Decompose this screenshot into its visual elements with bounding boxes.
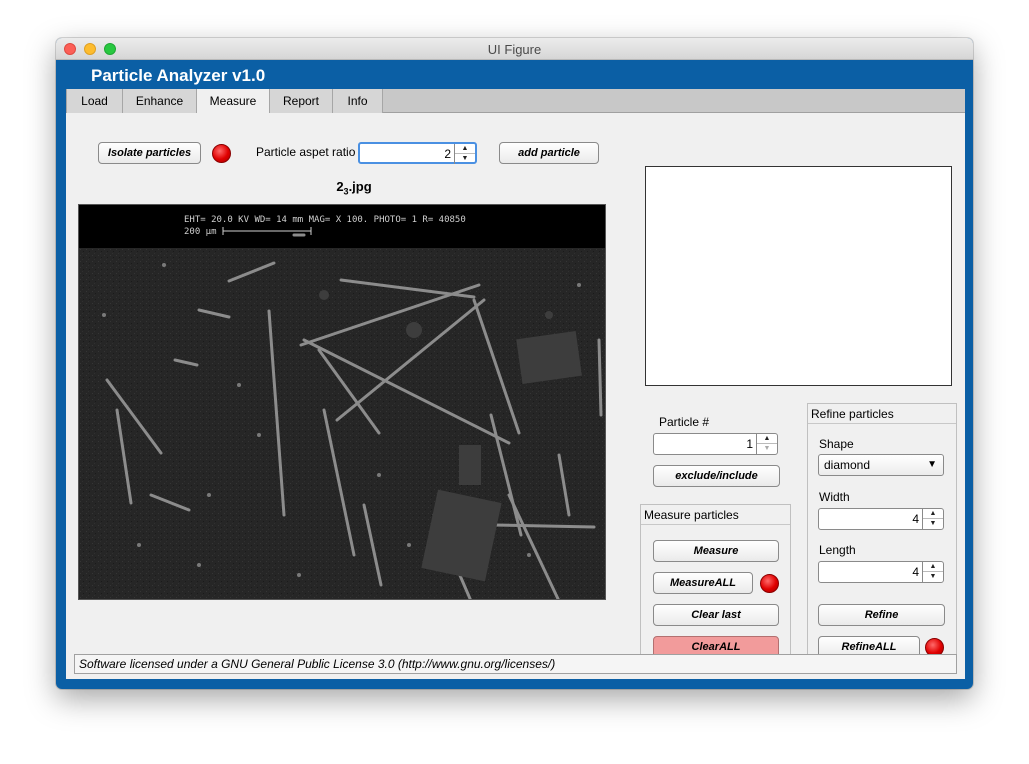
spinner-up-icon[interactable]: ▲ [923, 562, 943, 572]
refine-button[interactable]: Refine [818, 604, 945, 626]
isolate-particles-button[interactable]: Isolate particles [98, 142, 201, 164]
spinner-down-icon[interactable]: ▼ [455, 154, 475, 164]
add-particle-button[interactable]: add particle [499, 142, 599, 164]
isolate-status-lamp [212, 144, 231, 163]
tab-measure[interactable]: Measure [196, 89, 270, 114]
spinner-down-icon[interactable]: ▼ [923, 519, 943, 529]
measure-all-button[interactable]: MeasureALL [653, 572, 753, 594]
refine-particles-group: Refine particles Shape diamond ▼ Width 4… [807, 403, 957, 671]
title-bar: UI Figure [56, 38, 973, 60]
tab-load[interactable]: Load [66, 89, 123, 113]
tab-info[interactable]: Info [332, 89, 383, 113]
sem-header-line2: 200 µm [184, 227, 217, 237]
spinner-up-icon[interactable]: ▲ [455, 144, 475, 154]
tab-report[interactable]: Report [269, 89, 333, 113]
app-title: Particle Analyzer v1.0 [91, 66, 266, 85]
length-spinner[interactable]: 4 ▲ ▼ [818, 561, 944, 583]
spinner-down-icon[interactable]: ▼ [923, 572, 943, 582]
aspect-ratio-value[interactable]: 2 [444, 147, 451, 161]
measure-button[interactable]: Measure [653, 540, 779, 562]
shape-dropdown[interactable]: diamond ▼ [818, 454, 944, 476]
spinner-up-icon[interactable]: ▲ [757, 434, 777, 444]
measure-group-title: Measure particles [641, 505, 790, 525]
particle-number-value[interactable]: 1 [746, 437, 753, 451]
exclude-include-button[interactable]: exclude/include [653, 465, 780, 487]
shape-value: diamond [824, 458, 871, 472]
width-label: Width [819, 490, 850, 504]
sem-image-canvas: EHT= 20.0 KV WD= 14 mm MAG= X 100. PHOTO… [79, 205, 605, 599]
app-window: UI Figure Particle Analyzer v1.0 Load En… [56, 38, 973, 689]
image-filename: 23.jpg [336, 179, 372, 197]
chevron-down-icon: ▼ [927, 459, 937, 470]
width-spinner[interactable]: 4 ▲ ▼ [818, 508, 944, 530]
particle-number-spinner[interactable]: 1 ▲ ▼ [653, 433, 778, 455]
spinner-down-icon[interactable]: ▼ [757, 444, 777, 454]
tab-bar: Load Enhance Measure Report Info [66, 89, 965, 114]
sem-header-line1: EHT= 20.0 KV WD= 14 mm MAG= X 100. PHOTO… [184, 215, 466, 225]
spinner-up-icon[interactable]: ▲ [923, 509, 943, 519]
preview-axes[interactable] [645, 166, 952, 386]
particle-number-label: Particle # [659, 415, 710, 429]
shape-label: Shape [819, 437, 854, 451]
length-value[interactable]: 4 [912, 565, 919, 579]
measure-panel: Isolate particles Particle aspet ratio 2… [66, 113, 965, 679]
sem-image[interactable]: EHT= 20.0 KV WD= 14 mm MAG= X 100. PHOTO… [78, 204, 606, 600]
clear-last-button[interactable]: Clear last [653, 604, 779, 626]
refine-group-title: Refine particles [808, 404, 956, 424]
measure-all-status-lamp [760, 574, 779, 593]
measure-particles-group: Measure particles Measure MeasureALL Cle… [640, 504, 791, 671]
window-title: UI Figure [487, 42, 542, 57]
aspect-ratio-label: Particle aspet ratio [256, 145, 356, 159]
tab-enhance[interactable]: Enhance [122, 89, 197, 113]
length-label: Length [819, 543, 856, 557]
license-status-bar: Software licensed under a GNU General Pu… [74, 654, 957, 674]
aspect-ratio-spinner[interactable]: 2 ▲ ▼ [358, 142, 477, 164]
width-value[interactable]: 4 [912, 512, 919, 526]
